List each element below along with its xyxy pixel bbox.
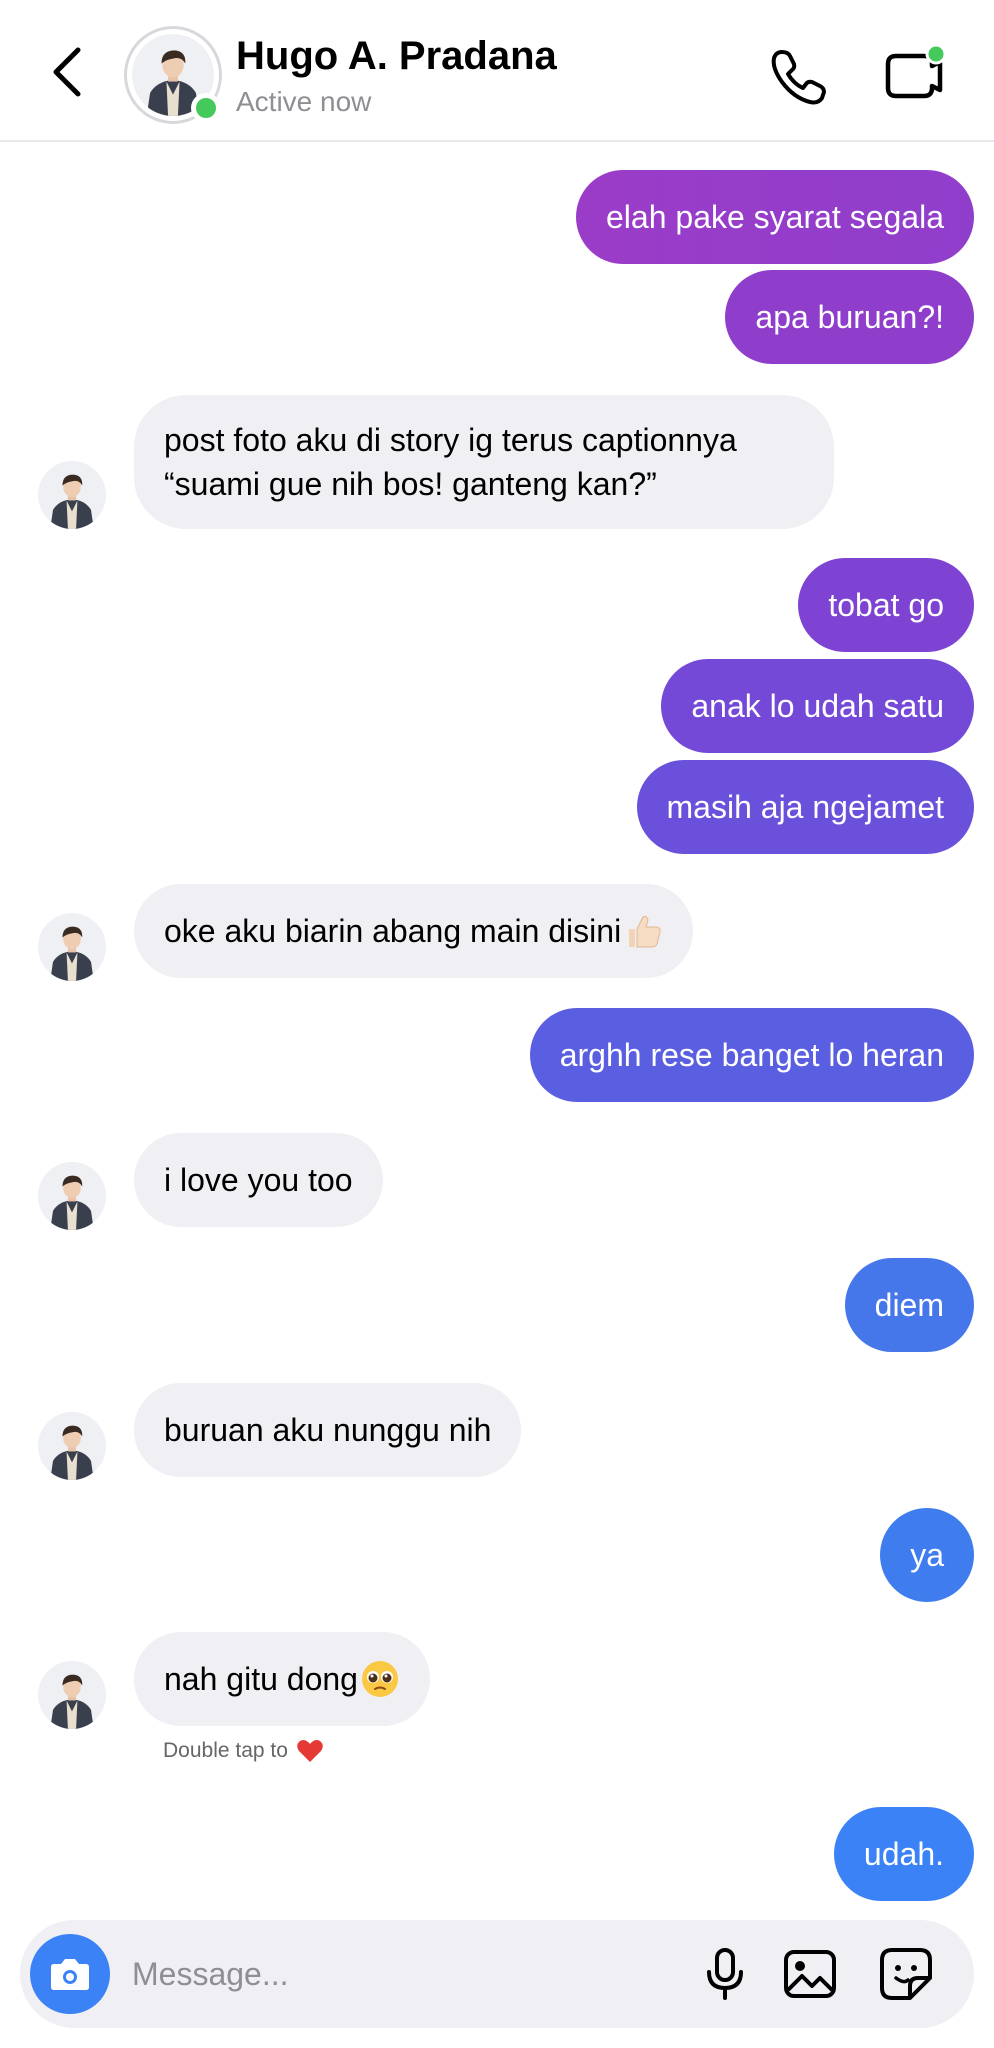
sent-message[interactable]: masih aja ngejamet bbox=[636, 760, 974, 854]
contact-status: Active now bbox=[236, 86, 372, 117]
contact-avatar[interactable] bbox=[124, 26, 222, 124]
sent-message[interactable]: diem bbox=[844, 1258, 974, 1352]
chat-header: Hugo A. Pradana Active now bbox=[0, 0, 994, 142]
contact-message-avatar bbox=[38, 461, 106, 529]
reaction-hint: Double tap to bbox=[163, 1738, 324, 1764]
received-message[interactable]: nah gitu dong bbox=[134, 1632, 430, 1726]
contact-name[interactable]: Hugo A. Pradana bbox=[236, 34, 557, 79]
pleading-face-icon bbox=[361, 1661, 398, 1697]
message-composer bbox=[20, 1920, 974, 2028]
received-message[interactable]: i love you too bbox=[134, 1133, 383, 1227]
sent-message[interactable]: arghh rese banget lo heran bbox=[529, 1008, 974, 1102]
voice-message-button[interactable] bbox=[695, 1944, 755, 2004]
contact-message-avatar bbox=[38, 1162, 106, 1230]
sent-message[interactable]: tobat go bbox=[798, 558, 974, 652]
camera-button[interactable] bbox=[30, 1934, 110, 2014]
sent-message[interactable]: apa buruan?! bbox=[725, 270, 974, 364]
message-text: oke aku biarin abang main disini bbox=[164, 912, 622, 949]
video-camera-icon bbox=[885, 43, 947, 99]
sent-message[interactable]: elah pake syarat segala bbox=[576, 170, 974, 264]
online-status-dot bbox=[191, 93, 221, 123]
voice-call-button[interactable] bbox=[768, 46, 830, 108]
contact-message-avatar bbox=[38, 1412, 106, 1480]
image-icon bbox=[784, 1950, 836, 1998]
thumbs-up-icon bbox=[629, 915, 661, 948]
chevron-left-icon bbox=[53, 47, 81, 97]
sent-message[interactable]: udah. bbox=[833, 1807, 974, 1901]
contact-message-avatar bbox=[38, 1661, 106, 1729]
sent-message[interactable]: anak lo udah satu bbox=[661, 659, 974, 753]
back-button[interactable] bbox=[44, 40, 96, 104]
received-message[interactable]: buruan aku nunggu nih bbox=[134, 1383, 522, 1477]
message-input[interactable] bbox=[132, 1944, 672, 2004]
received-message[interactable]: post foto aku di story ig terus captionn… bbox=[134, 395, 834, 529]
sticker-button[interactable] bbox=[876, 1944, 936, 2004]
received-message[interactable]: oke aku biarin abang main disini bbox=[134, 884, 694, 978]
red-heart-icon bbox=[297, 1740, 323, 1762]
phone-icon bbox=[771, 50, 826, 105]
video-call-button[interactable] bbox=[882, 42, 948, 108]
contact-message-avatar bbox=[38, 913, 106, 981]
reaction-hint-text: Double tap to bbox=[163, 1739, 288, 1762]
microphone-icon bbox=[707, 1948, 743, 2000]
camera-icon bbox=[51, 1959, 89, 1990]
sent-message[interactable]: ya bbox=[880, 1508, 974, 1602]
sticker-icon bbox=[880, 1948, 932, 2000]
gallery-button[interactable] bbox=[780, 1944, 840, 2004]
message-text: nah gitu dong bbox=[164, 1660, 358, 1697]
